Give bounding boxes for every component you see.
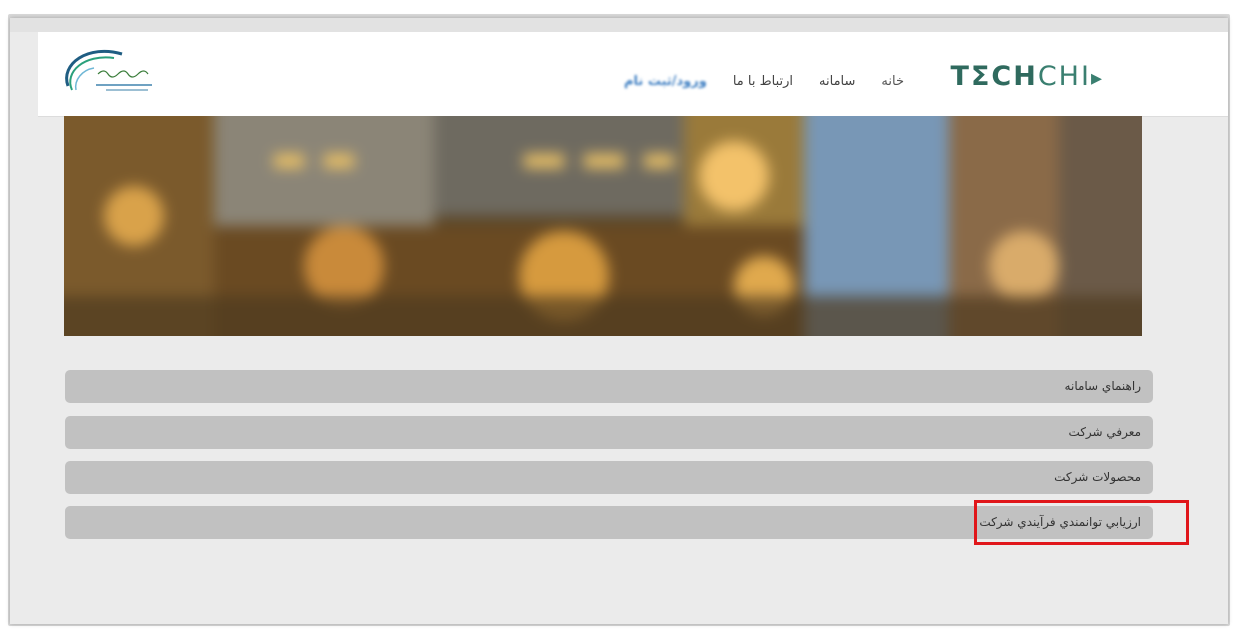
main-nav: خانه سامانه ارتباط با ما ورود/ثبت نام	[598, 70, 904, 92]
accordion-company-products[interactable]: محصولات شركت	[65, 461, 1153, 494]
brand-arrow-icon: ▸	[1090, 66, 1104, 91]
nav-login[interactable]: ورود/ثبت نام	[624, 74, 707, 89]
refinery-banner-image	[64, 116, 1142, 336]
accordion-label: راهنماي سامانه	[1064, 379, 1141, 393]
site-header: خانه سامانه ارتباط با ما ورود/ثبت نام TΣ…	[38, 32, 1228, 117]
nav-home[interactable]: خانه	[881, 74, 904, 89]
brand-logo[interactable]: TΣCHCHI▸	[951, 62, 1104, 92]
nav-system[interactable]: سامانه	[819, 74, 855, 89]
top-band	[10, 18, 1228, 32]
company-logo-icon[interactable]	[58, 46, 158, 100]
nav-contact[interactable]: ارتباط با ما	[733, 74, 793, 89]
hero-banner	[64, 116, 1142, 336]
brand-text-bold: TΣCH	[950, 61, 1038, 92]
accordion-label: محصولات شركت	[1054, 470, 1141, 484]
accordion-company-intro[interactable]: معرفي شركت	[65, 416, 1153, 449]
accordion-system-guide[interactable]: راهنماي سامانه	[65, 370, 1153, 403]
accordion-label: معرفي شركت	[1068, 425, 1141, 439]
brand-text-thin: CHI	[1037, 61, 1091, 92]
highlight-box	[974, 500, 1189, 545]
